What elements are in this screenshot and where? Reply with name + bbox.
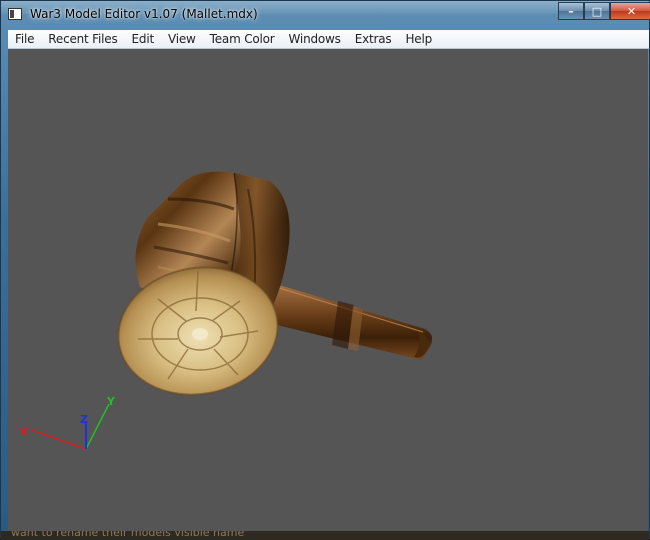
menu-extras[interactable]: Extras [348,32,399,46]
menu-help[interactable]: Help [398,32,439,46]
minimize-icon: – [568,4,574,18]
axis-gizmo: X Y Z [20,395,116,450]
minimize-button[interactable]: – [558,2,584,20]
caption-buttons: – □ ✕ [558,2,650,21]
close-button[interactable]: ✕ [610,2,650,20]
app-window: War3 Model Editor v1.07 (Mallet.mdx) – □… [0,0,650,540]
menu-file[interactable]: File [8,32,41,46]
menu-bar: File Recent Files Edit View Team Color W… [8,30,649,49]
menu-windows[interactable]: Windows [282,32,348,46]
menu-edit[interactable]: Edit [125,32,161,46]
menu-team-color[interactable]: Team Color [203,32,282,46]
bottom-strip-text: want to rename their models visible name [11,531,245,539]
window-title: War3 Model Editor v1.07 (Mallet.mdx) [30,7,258,21]
y-axis-label: Y [106,395,116,408]
maximize-icon: □ [591,4,603,18]
model-viewport[interactable]: X Y Z [8,49,648,531]
viewport-canvas: X Y Z [20,171,433,450]
title-bar[interactable]: War3 Model Editor v1.07 (Mallet.mdx) – □… [1,1,650,29]
close-icon: ✕ [626,4,637,18]
menu-recent-files[interactable]: Recent Files [41,32,124,46]
z-axis-label: Z [80,413,88,426]
mallet-head [117,171,290,396]
menu-view[interactable]: View [161,32,203,46]
mallet-handle [273,284,433,360]
maximize-button[interactable]: □ [584,2,610,20]
app-window-icon[interactable] [8,8,22,20]
x-axis-label: X [20,426,29,439]
